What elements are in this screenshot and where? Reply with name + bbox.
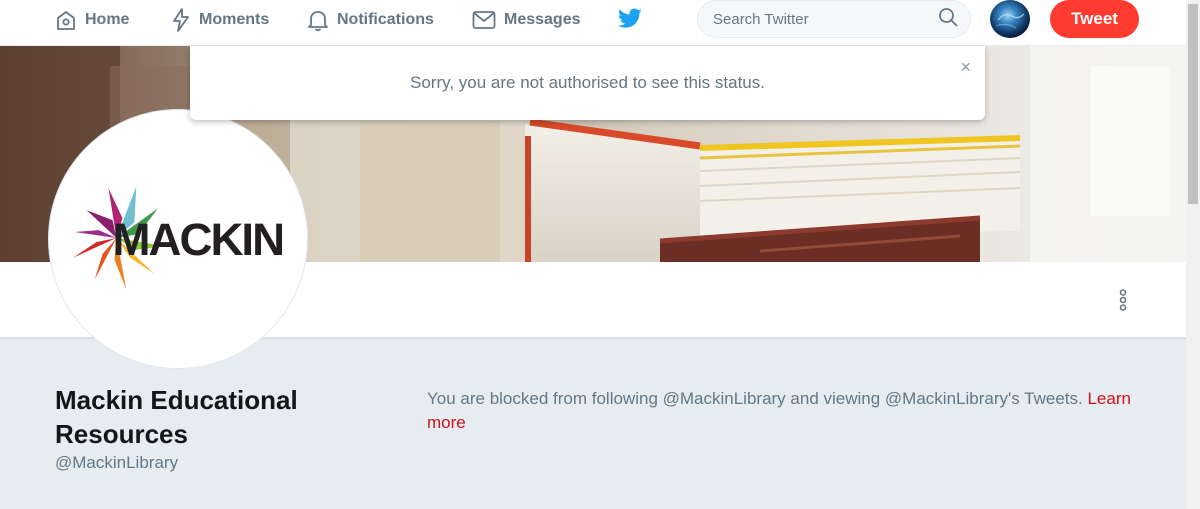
mackin-logo: MACKIN [72, 186, 285, 290]
profile-handle[interactable]: @MackinLibrary [55, 453, 178, 473]
search-input[interactable] [713, 10, 938, 28]
nav-home[interactable]: Home [55, 0, 129, 40]
nav-home-label: Home [85, 11, 130, 28]
alert-message: Sorry, you are not authorised to see thi… [190, 46, 985, 120]
more-vertical-icon[interactable] [1115, 289, 1131, 316]
home-icon [55, 9, 77, 31]
bell-icon [307, 8, 329, 32]
search-icon[interactable] [938, 7, 958, 32]
lightning-icon [171, 8, 191, 32]
profile-name: Mackin Educational Resources [55, 385, 298, 449]
alert-text: Sorry, you are not authorised to see thi… [410, 73, 765, 92]
top-navigation: Home Moments Notifications Messages Sear… [0, 0, 1186, 46]
profile-avatar[interactable]: MACKIN [48, 109, 308, 369]
nav-messages[interactable]: Messages [472, 0, 581, 40]
search-box[interactable] [697, 0, 971, 38]
scrollbar-thumb[interactable] [1188, 4, 1198, 204]
nav-notifications[interactable]: Notifications [307, 0, 434, 40]
logo-text: MACKIN [113, 214, 284, 265]
twitter-bird-icon[interactable] [617, 8, 643, 35]
nav-notifications-label: Notifications [337, 11, 434, 28]
tweet-button[interactable]: Tweet [1050, 0, 1139, 38]
nav-moments-label: Moments [199, 11, 270, 28]
nav-messages-label: Messages [504, 11, 581, 28]
user-avatar[interactable] [990, 0, 1030, 38]
nav-moments[interactable]: Moments [171, 0, 269, 40]
blocked-message: You are blocked from following @MackinLi… [427, 387, 1157, 435]
scrollbar[interactable] [1186, 0, 1200, 509]
close-icon[interactable]: × [960, 58, 971, 76]
envelope-icon [472, 10, 496, 30]
blocked-text: You are blocked from following @MackinLi… [427, 389, 1083, 408]
